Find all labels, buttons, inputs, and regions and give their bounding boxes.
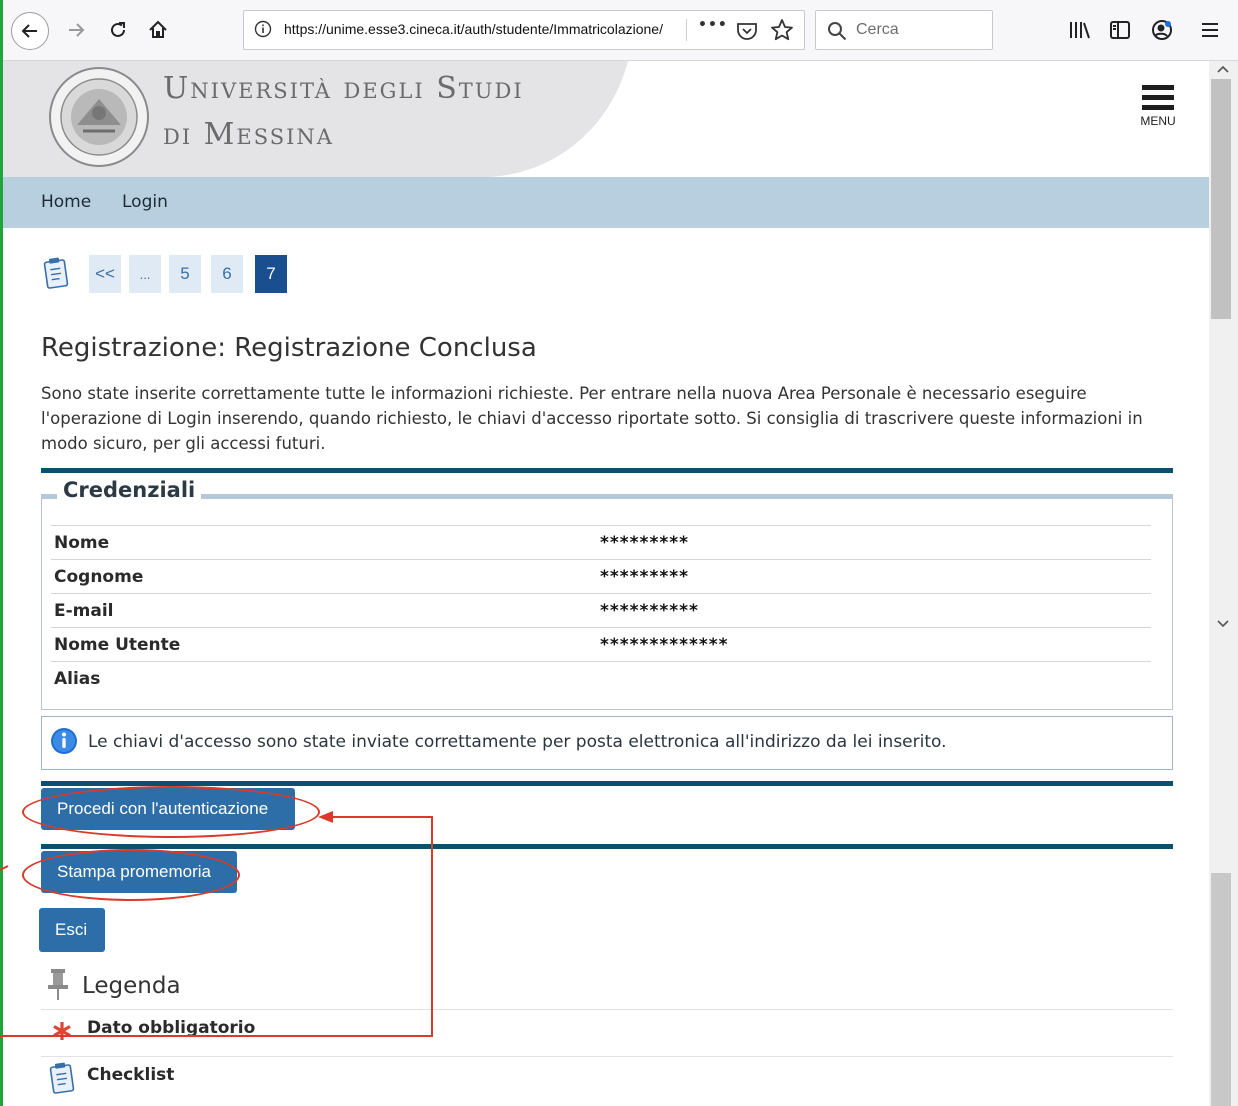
procedi-autenticazione-button[interactable]: Procedi con l'autenticazione	[41, 788, 295, 830]
field-value-redacted: *********	[597, 559, 1151, 594]
chevron-up-icon[interactable]	[1215, 61, 1231, 77]
page-title: Registrazione: Registrazione Conclusa	[41, 333, 537, 363]
top-navigation: Home Login	[3, 177, 1209, 228]
account-button[interactable]	[1147, 14, 1177, 46]
arrow-right-icon	[69, 23, 85, 37]
step-7-active[interactable]: 7	[255, 255, 287, 293]
page-actions-menu[interactable]: •••	[698, 17, 727, 43]
nav-link-home[interactable]: Home	[41, 192, 91, 212]
field-value-redacted: *************	[597, 627, 1151, 662]
scrollbar-thumb[interactable]	[1211, 79, 1231, 319]
forward-button[interactable]	[61, 14, 91, 46]
account-icon	[1152, 20, 1172, 40]
credentials-panel: Credenziali Nome ********* Cognome *****…	[41, 468, 1173, 710]
field-value-redacted: **********	[597, 593, 1151, 628]
table-row: Cognome *********	[51, 559, 1151, 594]
legend-item-label: Checklist	[87, 1065, 175, 1085]
library-icon	[1070, 22, 1090, 39]
field-label: E-mail	[51, 593, 597, 628]
sidebar-button[interactable]	[1105, 14, 1135, 46]
section-rule	[41, 468, 1173, 473]
arrow-left-icon	[21, 24, 37, 38]
pocket-icon[interactable]	[734, 18, 760, 44]
sidebar-icon	[1110, 21, 1130, 39]
info-message-box: Le chiavi d'accesso sono state inviate c…	[41, 716, 1173, 770]
legend-item-label: Dato obbligatorio	[87, 1018, 256, 1038]
checklist-icon	[49, 1062, 75, 1094]
field-value-redacted: *********	[597, 525, 1151, 560]
home-icon	[149, 20, 167, 38]
section-rule	[41, 781, 1173, 786]
section-rule	[41, 844, 1173, 849]
intro-text: Sono state inserite correttamente tutte …	[41, 384, 1143, 453]
field-label: Cognome	[51, 559, 597, 594]
info-message-text: Le chiavi d'accesso sono state inviate c…	[88, 732, 947, 752]
field-label: Nome Utente	[51, 627, 597, 662]
hamburger-icon	[1202, 23, 1218, 37]
site-header: Università degli Studi di Messina MENU	[3, 61, 1209, 177]
table-row: E-mail **********	[51, 593, 1151, 628]
url-separator	[686, 19, 687, 41]
step-ellipsis[interactable]: ...	[129, 255, 161, 293]
nav-link-login[interactable]: Login	[122, 192, 168, 212]
menu-label: MENU	[1140, 114, 1176, 128]
menu-bar	[1142, 95, 1174, 100]
university-seal-logo[interactable]	[47, 65, 151, 169]
chevron-down-icon[interactable]	[1215, 616, 1231, 632]
table-row: Nome *********	[51, 525, 1151, 560]
reload-icon	[111, 22, 125, 37]
step-6-button[interactable]: 6	[211, 255, 243, 293]
search-placeholder[interactable]: Cerca	[856, 21, 899, 39]
credentials-title: Credenziali	[57, 478, 202, 502]
url-text[interactable]: https://unime.esse3.cineca.it/auth/stude…	[284, 21, 663, 37]
search-icon	[828, 22, 847, 41]
info-circle-icon[interactable]	[254, 20, 272, 38]
menu-bar	[1142, 85, 1174, 90]
credentials-table: Nome ********* Cognome ********* E-mail …	[51, 525, 1151, 695]
checklist-icon[interactable]	[41, 257, 71, 289]
required-asterisk-icon	[53, 1022, 71, 1040]
esci-button[interactable]: Esci	[39, 908, 105, 952]
info-icon	[51, 728, 77, 754]
stampa-promemoria-button[interactable]: Stampa promemoria	[41, 851, 237, 893]
bookmark-star-icon[interactable]	[768, 16, 796, 44]
step-first-button[interactable]: <<	[89, 255, 121, 293]
address-bar[interactable]: https://unime.esse3.cineca.it/auth/stude…	[243, 10, 805, 50]
pin-icon	[48, 969, 68, 1000]
page-viewport: Università degli Studi di Messina MENU H…	[3, 61, 1209, 1106]
legend-item: Checklist	[41, 1056, 1173, 1106]
table-row: Alias	[51, 661, 1151, 695]
page-scrollbar[interactable]	[1209, 61, 1238, 1106]
browser-toolbar: https://unime.esse3.cineca.it/auth/stude…	[3, 0, 1238, 61]
university-name-line2: di Messina	[163, 117, 334, 152]
field-value	[597, 661, 1151, 695]
table-row: Nome Utente *************	[51, 627, 1151, 662]
field-label: Alias	[51, 661, 597, 695]
site-menu-toggle[interactable]: MENU	[1133, 85, 1183, 137]
home-button[interactable]	[143, 14, 173, 46]
scrollbar-track-segment	[1211, 873, 1231, 1106]
university-name-line1: Università degli Studi	[163, 71, 524, 106]
menu-bar	[1142, 105, 1174, 110]
reload-button[interactable]	[103, 14, 133, 46]
field-label: Nome	[51, 525, 597, 560]
search-bar[interactable]: Cerca	[815, 10, 993, 50]
back-button[interactable]	[11, 12, 49, 50]
browser-menu-button[interactable]	[1195, 14, 1225, 46]
legend-item: Dato obbligatorio	[41, 1009, 1173, 1056]
step-5-button[interactable]: 5	[169, 255, 201, 293]
legend-title: Legenda	[82, 973, 181, 999]
library-button[interactable]	[1065, 14, 1095, 46]
